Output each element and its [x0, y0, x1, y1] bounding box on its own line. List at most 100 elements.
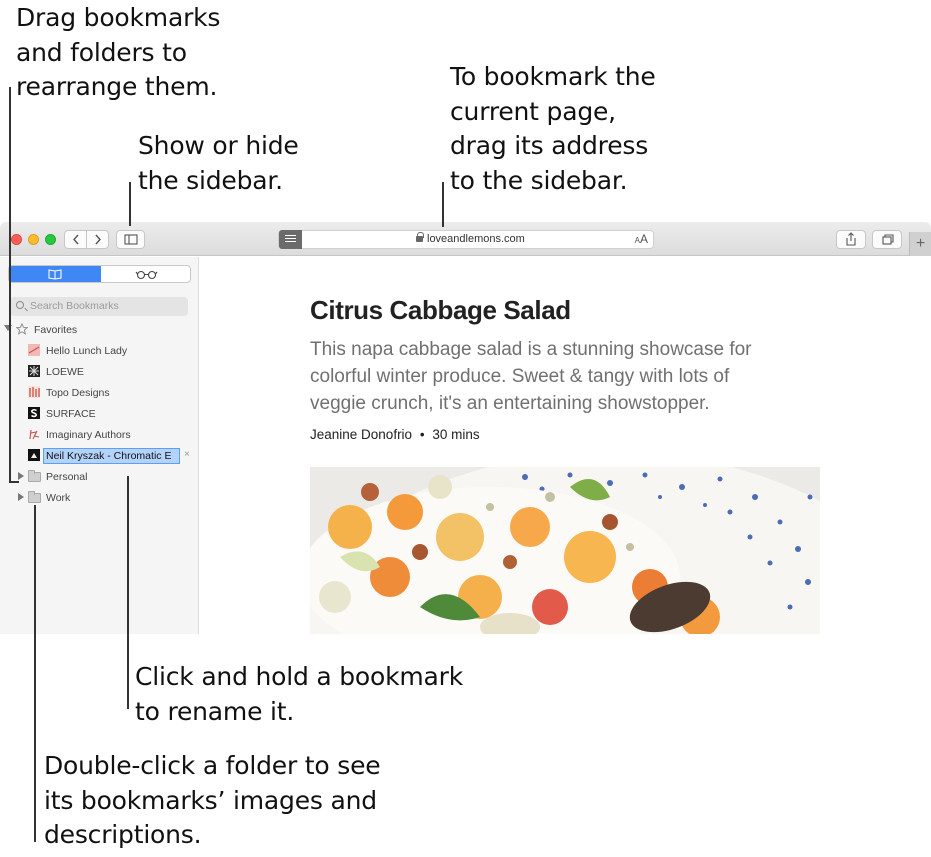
article-description-line: colorful winter produce. Sweet & tangy w… [310, 366, 730, 387]
url-text: loveandlemons.com [427, 233, 525, 245]
navigation-buttons [64, 230, 109, 249]
folder-label: Personal [46, 471, 88, 483]
bookmark-item[interactable]: LOEWE [0, 362, 199, 382]
zoom-button[interactable] [45, 234, 56, 245]
bookmark-label: Hello Lunch Lady [46, 345, 128, 357]
web-content: Citrus Cabbage Salad This napa cabbage s… [200, 257, 931, 634]
article-description: This napa cabbage salad is a stunning sh… [310, 336, 810, 417]
share-icon [846, 232, 856, 246]
neil-kryszak-icon [28, 449, 40, 461]
close-button[interactable] [11, 234, 22, 245]
callout-drag-line-1: Drag bookmarks [16, 3, 221, 32]
callout-rename: Click and hold a bookmark to rename it. [135, 660, 463, 729]
book-icon [48, 269, 62, 280]
disclosure-expanded-icon[interactable] [4, 325, 12, 331]
folder-label: Work [46, 492, 71, 504]
search-bookmarks-field[interactable]: Search Bookmarks [10, 297, 188, 316]
callout-drag-line-2: and folders to [16, 37, 187, 67]
search-placeholder: Search Bookmarks [30, 300, 119, 312]
favorites-folder[interactable]: Favorites [0, 320, 199, 340]
text-size-large: A [639, 232, 648, 246]
bookmark-label: SURFACE [46, 408, 96, 420]
forward-button[interactable] [87, 231, 109, 248]
callout-double-click-line-1: Double-click a folder to see [44, 751, 381, 780]
leader-line-sidebar [129, 182, 131, 226]
bookmark-label: LOEWE [46, 366, 84, 378]
leader-line-drag-tick [9, 481, 19, 483]
bookmark-item[interactable]: Topo Designs [0, 383, 199, 403]
star-icon [16, 323, 28, 335]
new-tab-button[interactable]: + [909, 232, 931, 256]
sidebar-segmented-control [8, 265, 191, 283]
callout-double-click-folder: Double-click a folder to see its bookmar… [44, 749, 381, 853]
sidebar-icon [124, 234, 138, 245]
article-description-line: This napa cabbage salad is a stunning sh… [310, 339, 752, 360]
bookmark-label: Topo Designs [46, 387, 110, 399]
chevron-left-icon [73, 234, 79, 245]
reader-icon [285, 235, 296, 236]
toolbar: loveandlemons.com AA + [0, 222, 931, 256]
bookmark-item[interactable]: Hello Lunch Lady [0, 341, 199, 361]
article-description-line: veggie crunch, it's an entertaining show… [310, 393, 710, 414]
bookmark-item[interactable]: SURFACE [0, 404, 199, 424]
search-icon [16, 301, 24, 309]
callout-bookmark-line-2: current page, [450, 96, 616, 126]
leader-line-rename [127, 476, 129, 709]
byline-separator: • [419, 427, 425, 442]
salad-photo [310, 467, 820, 634]
callout-show-hide-sidebar: Show or hide the sidebar. [138, 129, 299, 198]
callout-drag-bookmarks: Drag bookmarks and folders to rearrange … [16, 1, 220, 105]
callout-bookmark-line-4: to the sidebar. [450, 165, 628, 195]
folder-icon [28, 491, 41, 503]
disclosure-collapsed-icon[interactable] [18, 472, 24, 480]
folder-personal[interactable]: Personal [0, 467, 199, 487]
safari-window: loveandlemons.com AA + Search Bookmarks [0, 222, 931, 634]
rename-field[interactable]: Neil Kryszak - Chromatic E [43, 448, 180, 464]
text-size-button[interactable]: AA [635, 232, 648, 246]
callout-bookmark-page: To bookmark the current page, drag its a… [450, 60, 656, 198]
clear-rename-icon[interactable]: × [184, 449, 190, 460]
tabs-overview-button[interactable] [872, 230, 902, 249]
callout-double-click-line-3: descriptions. [44, 820, 202, 849]
salad-image [310, 467, 820, 634]
article-title: Citrus Cabbage Salad [310, 295, 571, 325]
bookmark-item-renaming[interactable]: Neil Kryszak - Chromatic E × [0, 446, 199, 466]
topo-designs-icon [28, 386, 40, 398]
hello-lunch-lady-icon [28, 344, 40, 356]
folder-icon [28, 470, 41, 482]
sidebar-toggle-button[interactable] [116, 230, 145, 249]
callout-double-click-line-2: its bookmarks’ images and [44, 785, 377, 815]
bookmarks-sidebar: Search Bookmarks Favorites Hello Lunch L… [0, 257, 199, 634]
folder-work[interactable]: Work [0, 488, 199, 508]
surface-icon [28, 407, 40, 419]
disclosure-collapsed-icon[interactable] [18, 493, 24, 501]
article-byline: Jeanine Donofrio • 30 mins [310, 427, 480, 442]
callout-bookmark-line-3: drag its address [450, 131, 649, 160]
leader-line-drag [9, 87, 11, 482]
reader-button[interactable] [279, 230, 302, 249]
callout-bookmark-line-1: To bookmark the [450, 62, 656, 91]
leader-line-double-click [34, 505, 36, 842]
tab-reading-list[interactable] [101, 266, 190, 282]
tab-bookmarks[interactable] [9, 266, 101, 282]
bookmark-item[interactable]: Imaginary Authors [0, 425, 199, 445]
glasses-icon [135, 270, 158, 280]
callout-sidebar-line-2: the sidebar. [138, 165, 283, 195]
imaginary-authors-icon [29, 429, 40, 440]
minimize-button[interactable] [28, 234, 39, 245]
prep-time: 30 mins [432, 427, 480, 442]
loewe-icon [28, 365, 40, 377]
address-bar[interactable]: loveandlemons.com AA [278, 230, 654, 249]
callout-rename-line-2: to rename it. [135, 696, 295, 726]
callout-drag-line-3: rearrange them. [16, 72, 218, 101]
back-button[interactable] [65, 231, 87, 248]
callout-sidebar-line-1: Show or hide [138, 131, 299, 160]
callout-rename-line-1: Click and hold a bookmark [135, 662, 464, 691]
bookmark-label: Imaginary Authors [46, 429, 131, 441]
author-link[interactable]: Jeanine Donofrio [310, 427, 412, 442]
share-button[interactable] [836, 230, 866, 249]
tabs-icon [882, 234, 894, 245]
lock-icon [416, 232, 424, 242]
chevron-right-icon [95, 234, 101, 245]
favorites-label: Favorites [34, 324, 78, 336]
